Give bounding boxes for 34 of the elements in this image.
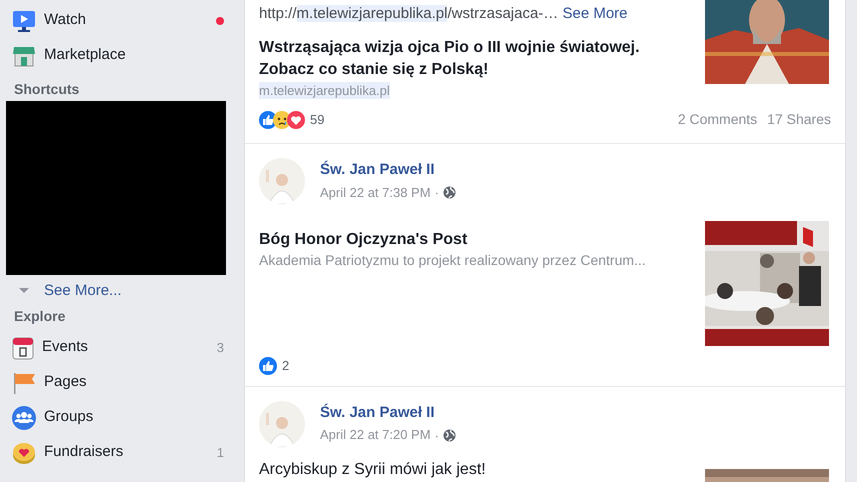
- sidebar-item[interactable]: Marketplace: [0, 38, 244, 73]
- caret-icon: [18, 288, 30, 294]
- heart-coin-icon: [12, 440, 36, 464]
- shared-post-title[interactable]: Bóg Honor Ojczyzna's Post: [259, 229, 646, 251]
- separator-dot: ·: [434, 184, 439, 202]
- flag-icon: [12, 370, 36, 394]
- item-count: 1: [216, 444, 224, 462]
- post-text: Arcybiskup z Syrii mówi jak jest!: [259, 460, 486, 480]
- sidebar-item[interactable]: Fundraisers 1: [0, 435, 244, 470]
- globe-icon: [442, 186, 456, 200]
- globe-icon: [442, 428, 456, 442]
- see-more-link[interactable]: See More...: [0, 275, 244, 307]
- separator-dot: ·: [434, 426, 439, 444]
- play-screen-icon: [12, 10, 36, 32]
- shop-icon: [12, 44, 36, 66]
- author-link[interactable]: Św. Jan Paweł II: [320, 160, 456, 180]
- people-icon: [12, 406, 36, 430]
- sidebar-item[interactable]: Groups: [0, 400, 244, 435]
- reaction-count[interactable]: 2: [282, 356, 290, 376]
- section-heading: Shortcuts: [13, 80, 80, 98]
- shared-post-description: Akademia Patriotyzmu to projekt realizowany przez Centrum...: [259, 251, 646, 269]
- link-text[interactable]: http://m.telewizjarepublika.pl/wstrzasajaca-… See More: [259, 4, 689, 24]
- sidebar-item[interactable]: Pages: [0, 365, 244, 400]
- thumbs-up-icon: [259, 356, 277, 375]
- item-count: 3: [216, 338, 224, 357]
- section-heading: Explore: [13, 307, 66, 325]
- author-link[interactable]: Św. Jan Paweł II: [320, 402, 456, 422]
- sidebar-item[interactable]: Events 3: [0, 330, 244, 365]
- link-headline[interactable]: Wstrząsająca wizja ojca Pio o III wojnie światowej. Zobacz co stanie się z Polską!: [259, 37, 689, 81]
- reaction-count[interactable]: 59: [310, 110, 324, 130]
- calendar-icon: [12, 336, 34, 360]
- avatar[interactable]: [259, 158, 305, 204]
- see-more-link[interactable]: See More: [562, 5, 628, 22]
- sidebar-item[interactable]: Watch: [0, 3, 244, 38]
